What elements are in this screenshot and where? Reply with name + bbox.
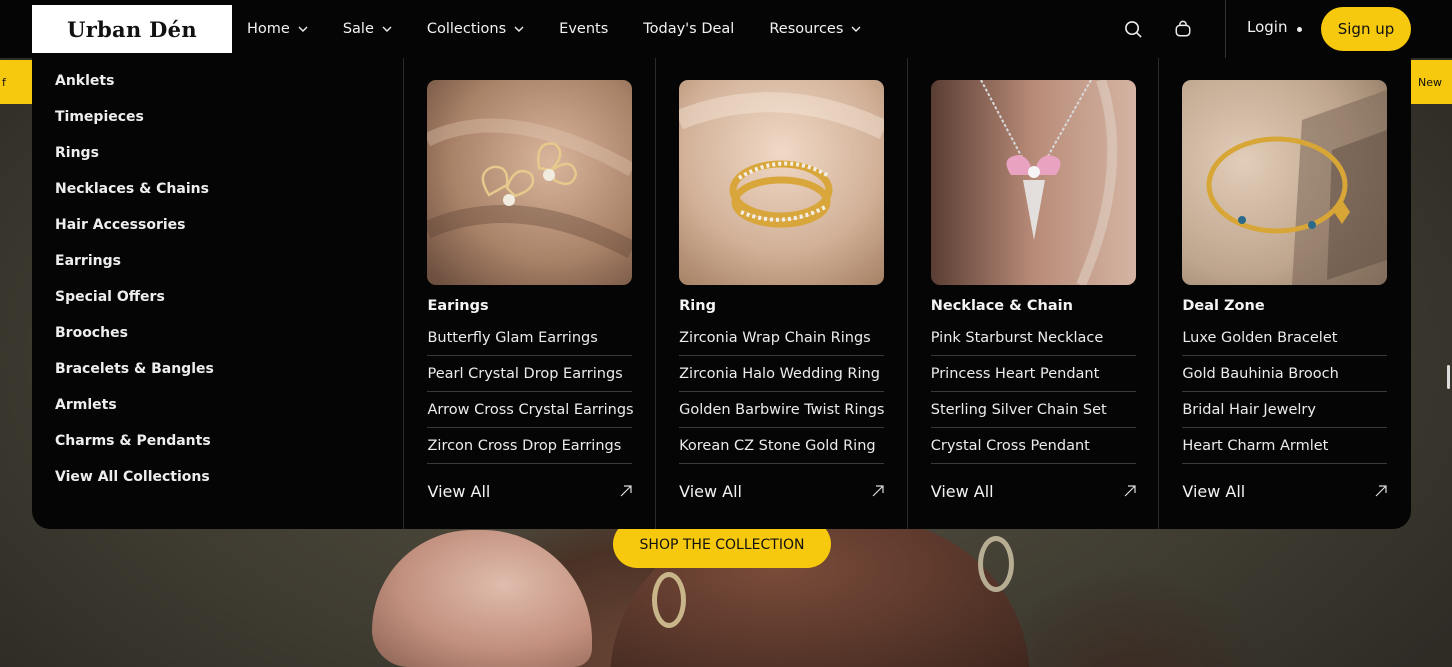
product-link[interactable]: Sterling Silver Chain Set	[930, 392, 1136, 428]
collections-mega-menu: Anklets Timepieces Rings Necklaces & Cha…	[32, 58, 1411, 529]
brand-logo[interactable]: Urban Dén	[32, 5, 232, 53]
product-link[interactable]: Heart Charm Armlet	[1182, 428, 1388, 464]
view-all-deal-zone-link[interactable]: View All	[1182, 464, 1387, 516]
product-link[interactable]: Korean CZ Stone Gold Ring	[679, 428, 885, 464]
promo-strip-left: f	[0, 60, 32, 104]
main-nav: Home Sale Collections Events Today's Dea…	[247, 0, 896, 58]
nav-item-resources[interactable]: Resources	[769, 0, 861, 58]
category-item[interactable]: Hair Accessories	[55, 215, 403, 251]
nav-item-home[interactable]: Home	[247, 0, 308, 58]
search-icon[interactable]	[1121, 17, 1145, 41]
category-item[interactable]: Armlets	[55, 395, 403, 431]
product-link[interactable]: Crystal Cross Pendant	[930, 428, 1136, 464]
necklace-product-image[interactable]	[930, 80, 1136, 285]
category-item[interactable]: Charms & Pendants	[55, 431, 403, 467]
column-title[interactable]: Necklace & Chain	[931, 298, 1136, 320]
product-link[interactable]: Princess Heart Pendant	[930, 356, 1136, 392]
menu-column-necklace: Necklace & Chain Pink Starburst Necklace…	[908, 58, 1160, 529]
chevron-down-icon	[298, 26, 308, 32]
signup-button[interactable]: Sign up	[1321, 7, 1411, 51]
column-title[interactable]: Earings	[427, 298, 632, 320]
nav-label: Events	[559, 21, 609, 37]
product-link[interactable]: Bridal Hair Jewelry	[1182, 392, 1388, 428]
category-item[interactable]: Anklets	[55, 71, 403, 107]
category-item[interactable]: Timepieces	[55, 107, 403, 143]
cart-icon[interactable]	[1171, 17, 1195, 41]
category-item[interactable]: Rings	[55, 143, 403, 179]
hero-earring-image	[652, 572, 686, 628]
view-all-label: View All	[679, 481, 742, 501]
product-link[interactable]: Luxe Golden Bracelet	[1182, 320, 1388, 356]
nav-label: Resources	[769, 21, 844, 37]
view-all-necklace-link[interactable]: View All	[931, 464, 1136, 516]
arrow-up-right-icon	[1375, 482, 1387, 501]
view-all-earrings-link[interactable]: View All	[427, 464, 633, 516]
login-link[interactable]: Login	[1247, 18, 1287, 36]
view-all-label: View All	[930, 481, 994, 501]
nav-item-todays-deal[interactable]: Today's Deal	[643, 0, 734, 58]
category-item[interactable]: Bracelets & Bangles	[55, 359, 403, 395]
logo-text: Urban Dén	[67, 16, 197, 42]
category-item[interactable]: Special Offers	[55, 287, 403, 323]
chevron-down-icon	[514, 26, 524, 32]
ring-product-image[interactable]	[679, 80, 885, 285]
menu-column-deal-zone: Deal Zone Luxe Golden Bracelet Gold Bauh…	[1159, 58, 1411, 529]
view-all-label: View All	[1182, 481, 1246, 501]
view-all-ring-link[interactable]: View All	[679, 464, 884, 516]
product-link[interactable]: Pink Starburst Necklace	[930, 320, 1136, 356]
nav-label: Collections	[426, 21, 507, 37]
site-header: Urban Dén Home Sale Collections Events T…	[0, 0, 1452, 58]
product-link[interactable]: Gold Bauhinia Brooch	[1182, 356, 1388, 392]
menu-column-ring: Ring Zirconia Wrap Chain Rings Zirconia …	[656, 58, 908, 529]
arrow-up-right-icon	[1124, 482, 1136, 501]
product-link[interactable]: Zirconia Wrap Chain Rings	[679, 320, 885, 356]
bracelet-product-image[interactable]	[1182, 80, 1388, 285]
product-link[interactable]: Zircon Cross Drop Earrings	[427, 428, 633, 464]
promo-text-right: New	[1418, 75, 1442, 89]
view-all-collections-link[interactable]: View All Collections	[55, 467, 403, 503]
menu-column-earrings: Earings Butterfly Glam Earrings Pearl Cr…	[404, 58, 657, 529]
category-item[interactable]: Brooches	[55, 323, 403, 359]
category-item[interactable]: Earrings	[55, 251, 403, 287]
scrollbar-thumb[interactable]	[1447, 365, 1450, 389]
hero-earring-image-2	[978, 536, 1014, 592]
product-link[interactable]: Pearl Crystal Drop Earrings	[427, 356, 633, 392]
arrow-up-right-icon	[620, 482, 633, 501]
column-title[interactable]: Ring	[679, 298, 884, 320]
nav-label: Home	[247, 21, 290, 37]
view-all-label: View All	[427, 481, 491, 501]
category-item[interactable]: Necklaces & Chains	[55, 179, 403, 215]
nav-item-events[interactable]: Events	[559, 0, 608, 58]
product-link[interactable]: Arrow Cross Crystal Earrings	[427, 392, 634, 428]
chevron-down-icon	[851, 26, 861, 32]
chevron-down-icon	[382, 26, 392, 32]
product-link[interactable]: Zirconia Halo Wedding Ring	[679, 356, 885, 392]
promo-text-left: f	[2, 75, 6, 89]
column-title[interactable]: Deal Zone	[1182, 298, 1387, 320]
category-list: Anklets Timepieces Rings Necklaces & Cha…	[32, 58, 405, 529]
header-divider	[1225, 0, 1226, 58]
product-link[interactable]: Golden Barbwire Twist Rings	[679, 392, 884, 428]
product-link[interactable]: Butterfly Glam Earrings	[427, 320, 633, 356]
arrow-up-right-icon	[872, 482, 884, 501]
earrings-product-image[interactable]	[427, 80, 633, 285]
nav-item-sale[interactable]: Sale	[343, 0, 392, 58]
separator-dot	[1297, 27, 1302, 32]
promo-strip-right: New	[1411, 60, 1452, 104]
nav-item-collections[interactable]: Collections	[427, 0, 524, 58]
nav-label: Sale	[342, 21, 374, 37]
nav-label: Today's Deal	[643, 21, 735, 37]
